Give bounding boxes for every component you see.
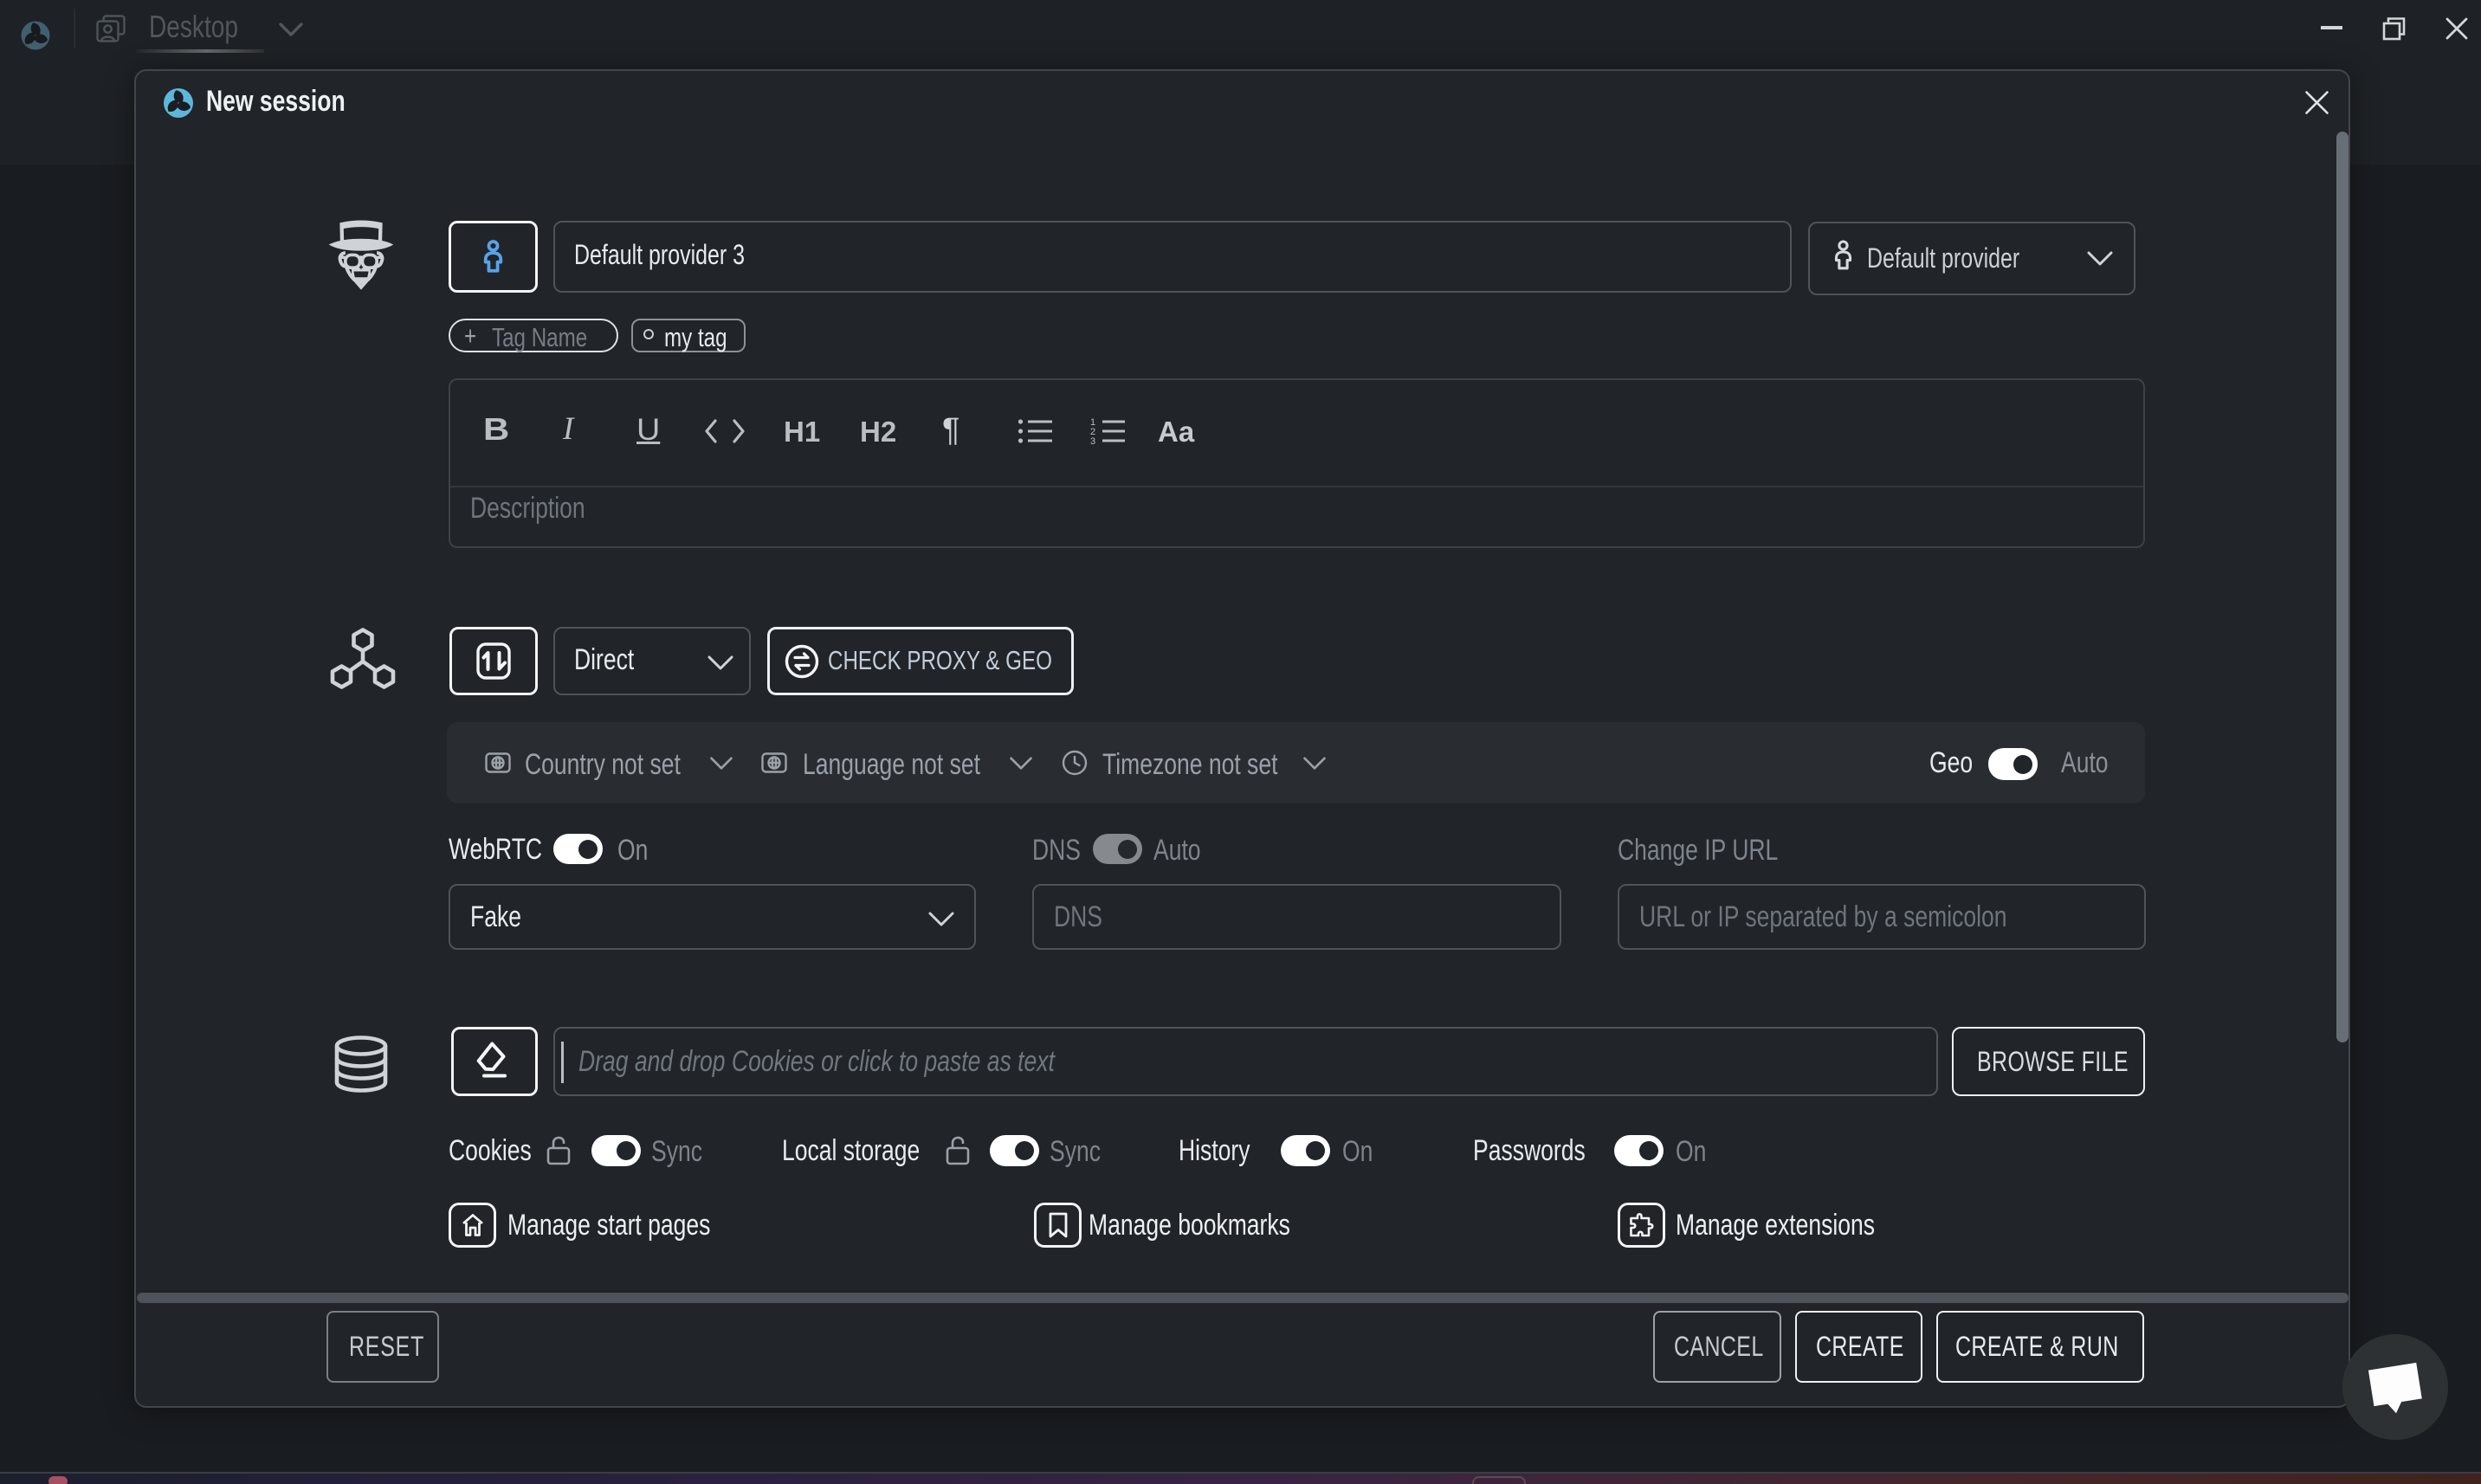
svg-text:3: 3 — [1090, 436, 1095, 444]
